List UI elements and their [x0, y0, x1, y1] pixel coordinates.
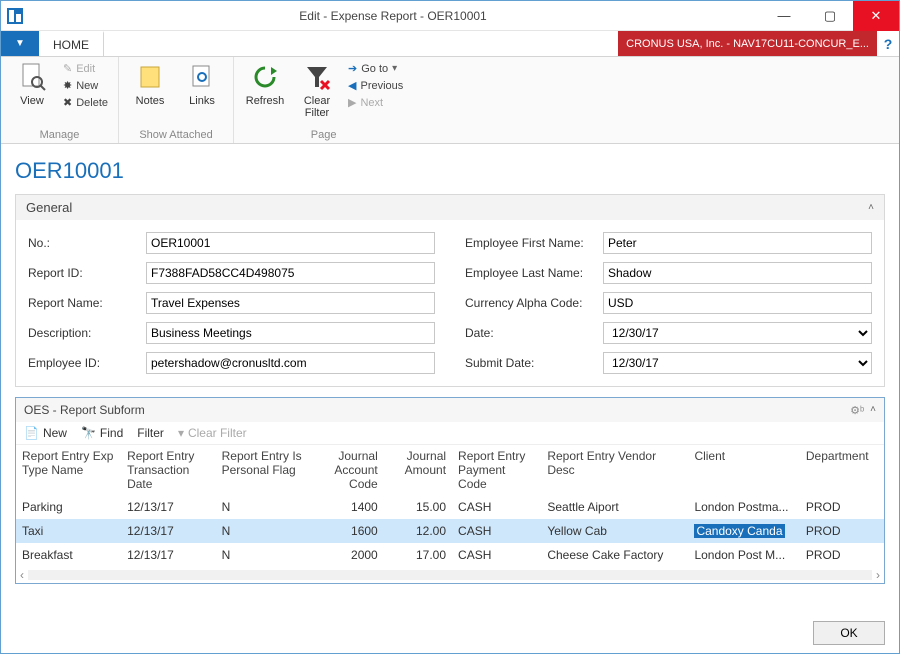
links-button[interactable]: Links — [179, 61, 225, 107]
triangle-right-icon: ▶ — [348, 96, 356, 109]
edit-button[interactable]: ✎ Edit — [61, 61, 110, 76]
links-icon — [186, 61, 218, 93]
delete-button[interactable]: ✖ Delete — [61, 95, 110, 110]
binoculars-icon: 🔭 — [81, 426, 96, 440]
new-icon: ✸ — [63, 79, 72, 92]
ribbon: View ✎ Edit ✸ New ✖ Delete — [1, 57, 899, 144]
app-window: Edit - Expense Report - OER10001 — ▢ ✕ ▼… — [0, 0, 900, 654]
table-row[interactable]: Breakfast12/13/17N200017.00CASHCheese Ca… — [16, 543, 884, 567]
grid-header-row[interactable]: Report Entry Exp Type Name Report Entry … — [16, 445, 884, 495]
clear-filter-icon — [301, 61, 333, 93]
table-row[interactable]: Taxi12/13/17N160012.00CASHYellow CabCand… — [16, 519, 884, 543]
grid-h-scrollbar[interactable]: ‹ › — [16, 567, 884, 583]
submit-date-select[interactable]: 12/30/17 — [603, 352, 872, 374]
previous-button[interactable]: ◀ Previous — [346, 78, 405, 93]
triangle-left-icon: ◀ — [348, 79, 356, 92]
new-button[interactable]: ✸ New — [61, 78, 110, 93]
currency-input[interactable] — [603, 292, 872, 314]
chevron-up-icon: ˄ — [870, 404, 876, 417]
magnifier-page-icon — [16, 61, 48, 93]
clear-filter-button[interactable]: Clear Filter — [294, 61, 340, 119]
field-currency: Currency Alpha Code: — [465, 290, 872, 316]
field-emp-first: Employee First Name: — [465, 230, 872, 256]
col-amount[interactable]: Journal Amount — [384, 445, 452, 495]
employee-id-input[interactable] — [146, 352, 435, 374]
selected-cell[interactable]: Candoxy Canda — [694, 524, 784, 538]
col-client[interactable]: Client — [688, 445, 799, 495]
notes-button[interactable]: Notes — [127, 61, 173, 107]
report-name-input[interactable] — [146, 292, 435, 314]
ok-button[interactable]: OK — [813, 621, 885, 645]
field-employee-id: Employee ID: — [28, 350, 435, 376]
subform-filter-button[interactable]: Filter — [137, 426, 164, 440]
close-button[interactable]: ✕ — [853, 1, 899, 31]
titlebar: Edit - Expense Report - OER10001 — ▢ ✕ — [1, 1, 899, 31]
delete-icon: ✖ — [63, 96, 72, 109]
page-title: OER10001 — [15, 158, 885, 184]
chevron-up-icon: ˄ — [868, 202, 874, 213]
maximize-button[interactable]: ▢ — [807, 1, 853, 31]
subform-find-button[interactable]: 🔭 Find — [81, 426, 123, 440]
ribbon-tabstrip: ▼ HOME CRONUS USA, Inc. - NAV17CU11-CONC… — [1, 31, 899, 57]
group-show-attached-label: Show Attached — [139, 129, 212, 141]
arrow-right-icon: ➔ — [348, 62, 357, 75]
emp-first-input[interactable] — [603, 232, 872, 254]
report-id-input[interactable] — [146, 262, 435, 284]
new-icon: 📄 — [24, 426, 39, 440]
scroll-left-icon[interactable]: ‹ — [20, 568, 24, 582]
app-icon — [5, 6, 25, 26]
table-row[interactable]: Parking12/13/17N140015.00CASHSeattle Aip… — [16, 495, 884, 519]
field-report-name: Report Name: — [28, 290, 435, 316]
group-manage-label: Manage — [40, 129, 80, 141]
field-date: Date: 12/30/17 — [465, 320, 872, 346]
window-title: Edit - Expense Report - OER10001 — [25, 9, 761, 23]
refresh-button[interactable]: Refresh — [242, 61, 288, 107]
chevron-down-icon: ▾ — [392, 63, 397, 74]
col-trx-date[interactable]: Report Entry Transaction Date — [121, 445, 216, 495]
footer: OK — [813, 621, 885, 645]
fasttab-general-header[interactable]: General ˄ — [16, 195, 884, 220]
col-personal[interactable]: Report Entry Is Personal Flag — [216, 445, 311, 495]
subform-new-button[interactable]: 📄 New — [24, 426, 67, 440]
col-pay-code[interactable]: Report Entry Payment Code — [452, 445, 541, 495]
emp-last-input[interactable] — [603, 262, 872, 284]
no-input[interactable] — [146, 232, 435, 254]
subform-toolbar: 📄 New 🔭 Find Filter ▾ Clear Filter — [16, 422, 884, 445]
page-body: OER10001 General ˄ No.: Employee First N… — [1, 144, 899, 653]
subform-clear-filter-button[interactable]: ▾ Clear Filter — [178, 426, 247, 440]
field-no: No.: — [28, 230, 435, 256]
minimize-button[interactable]: — — [761, 1, 807, 31]
field-description: Description: — [28, 320, 435, 346]
pencil-icon: ✎ — [63, 62, 72, 75]
description-input[interactable] — [146, 322, 435, 344]
notes-icon — [134, 61, 166, 93]
col-vendor[interactable]: Report Entry Vendor Desc — [541, 445, 688, 495]
col-exp-type[interactable]: Report Entry Exp Type Name — [16, 445, 121, 495]
clear-filter-icon: ▾ — [178, 426, 184, 440]
refresh-icon — [249, 61, 281, 93]
view-button[interactable]: View — [9, 61, 55, 107]
fasttab-general: General ˄ No.: Employee First Name: — [15, 194, 885, 387]
help-icon[interactable]: ? — [877, 31, 899, 56]
group-page-label: Page — [311, 129, 337, 141]
tab-home[interactable]: HOME — [39, 31, 104, 56]
subform-grid[interactable]: Report Entry Exp Type Name Report Entry … — [16, 445, 884, 567]
app-menu-button[interactable]: ▼ — [1, 31, 39, 56]
col-dept[interactable]: Department — [800, 445, 884, 495]
subform-oes: OES - Report Subform ⚙ᵇ ˄ 📄 New 🔭 Find F… — [15, 397, 885, 584]
goto-button[interactable]: ➔ Go to ▾ — [346, 61, 405, 76]
next-button[interactable]: ▶ Next — [346, 95, 405, 110]
scroll-right-icon[interactable]: › — [876, 568, 880, 582]
field-emp-last: Employee Last Name: — [465, 260, 872, 286]
col-account[interactable]: Journal Account Code — [310, 445, 384, 495]
company-indicator[interactable]: CRONUS USA, Inc. - NAV17CU11-CONCUR_E... — [618, 31, 877, 56]
subform-header[interactable]: OES - Report Subform ⚙ᵇ ˄ — [16, 398, 884, 422]
scroll-track[interactable] — [28, 570, 872, 580]
date-select[interactable]: 12/30/17 — [603, 322, 872, 344]
field-report-id: Report ID: — [28, 260, 435, 286]
field-submit-date: Submit Date: 12/30/17 — [465, 350, 872, 376]
gear-icon[interactable]: ⚙ᵇ — [850, 404, 864, 417]
